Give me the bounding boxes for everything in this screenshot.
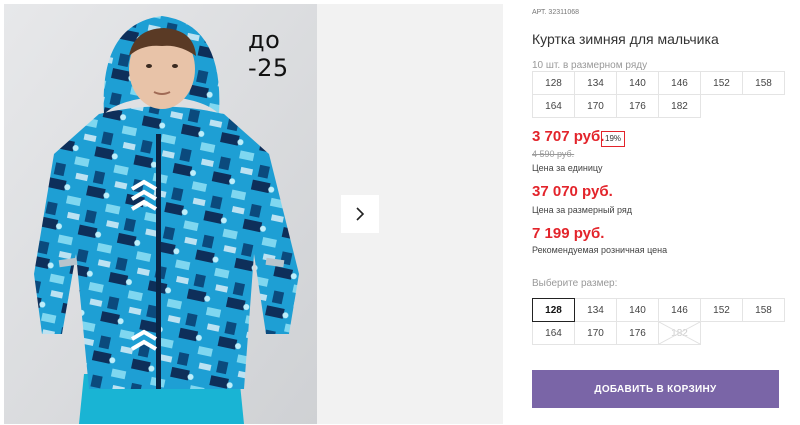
range-price-caption: Цена за размерный ряд [532,205,633,215]
unavailable-cross-icon [659,322,700,344]
product-gallery: до -25 [4,4,503,424]
size-option-label: 140 [629,304,646,316]
size-option-170[interactable]: 170 [574,321,617,345]
size-option-182: 182 [658,321,701,345]
size-option-label: 176 [629,327,646,339]
size-range-cell: 176 [616,94,659,118]
size-range-cell: 182 [658,94,701,118]
promo-badge: до -25 [248,26,289,82]
size-option-label: 158 [755,304,772,316]
size-range-cell: 164 [532,94,575,118]
discount-badge: 19% [601,131,626,147]
size-range-cell: 170 [574,94,617,118]
old-price: 4 590 руб. [532,149,575,159]
size-option-176[interactable]: 176 [616,321,659,345]
product-photo[interactable]: до -25 [4,4,317,424]
size-range-cell: 128 [532,71,575,95]
size-range-cell: 146 [658,71,701,95]
size-option-140[interactable]: 140 [616,298,659,322]
sku: АРТ. 32311068 [532,9,579,16]
size-option-label: 128 [545,304,562,316]
size-range-cell: 158 [742,71,785,95]
product-title: Куртка зимняя для мальчика [532,31,719,47]
size-option-label: 152 [713,304,730,316]
size-range-cell: 140 [616,71,659,95]
size-picker: 128 134 140 146 152 158 164 170 176 182 [532,298,785,345]
add-to-cart-button[interactable]: ДОБАВИТЬ В КОРЗИНУ [532,370,779,408]
sku-label: АРТ. [532,9,547,16]
size-range-note: 10 шт. в размерном ряду [532,60,648,71]
size-picker-label: Выберите размер: [532,278,618,289]
retail-price: 7 199 руб. [532,225,605,242]
size-option-158[interactable]: 158 [742,298,785,322]
size-range-grid: 128 134 140 146 152 158 164 170 176 182 [532,71,785,118]
size-option-152[interactable]: 152 [700,298,743,322]
size-option-146[interactable]: 146 [658,298,701,322]
gallery-next-button[interactable] [341,195,379,233]
unit-price-caption: Цена за единицу [532,163,603,173]
size-option-label: 170 [587,327,604,339]
size-range-cell: 152 [700,71,743,95]
size-option-164[interactable]: 164 [532,321,575,345]
size-option-label: 134 [587,304,604,316]
product-info: АРТ. 32311068 Куртка зимняя для мальчика… [532,0,785,425]
sku-value: 32311068 [548,9,580,16]
unit-price: 3 707 руб. [532,128,605,145]
range-price: 37 070 руб. [532,183,613,200]
size-range-cell: 134 [574,71,617,95]
size-option-134[interactable]: 134 [574,298,617,322]
chevron-right-icon [356,207,365,221]
size-option-label: 146 [671,304,688,316]
size-option-label: 164 [545,327,562,339]
retail-price-caption: Рекомендуемая розничная цена [532,245,668,255]
product-page: до -25 АРТ. 32311068 Куртка зимняя для м… [0,0,800,425]
size-option-128[interactable]: 128 [532,298,575,322]
